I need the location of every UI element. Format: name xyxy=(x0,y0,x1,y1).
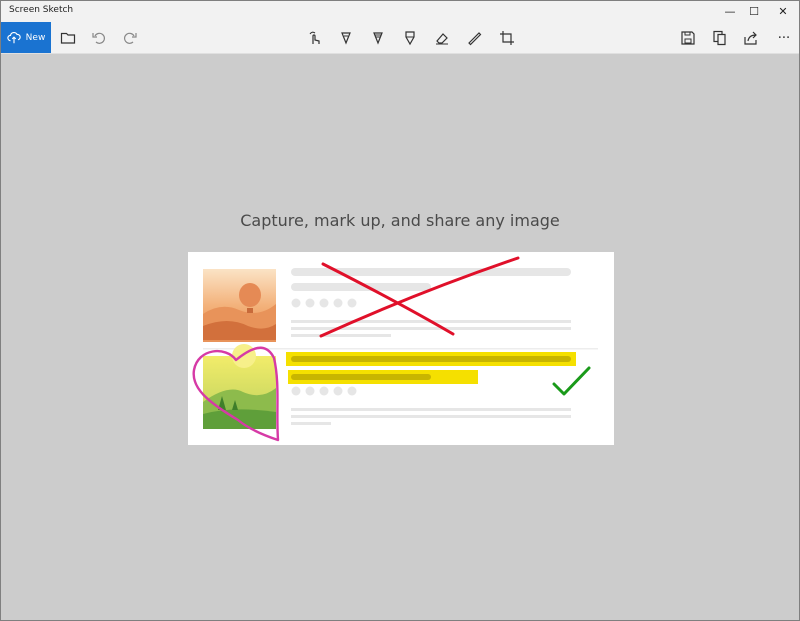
yellow-highlight-annotation xyxy=(286,352,576,384)
undo-icon xyxy=(92,32,105,44)
more-options-button[interactable]: ··· xyxy=(772,26,796,50)
title-bar[interactable]: Screen Sketch — ☐ ✕ xyxy=(1,1,799,22)
welcome-illustration xyxy=(188,252,614,445)
toolbar: New ··· xyxy=(1,22,799,54)
more-icon: ··· xyxy=(777,30,791,46)
eraser-icon xyxy=(436,33,448,45)
ruler-icon xyxy=(468,32,482,46)
pencil-icon xyxy=(373,32,383,45)
touch-writing-icon xyxy=(309,31,320,44)
save-icon xyxy=(681,31,695,45)
crop-button[interactable] xyxy=(495,26,519,50)
maximize-icon: ☐ xyxy=(749,5,759,18)
new-snip-button[interactable]: New xyxy=(1,22,51,53)
pencil-button[interactable] xyxy=(366,26,390,50)
highlighter-button[interactable] xyxy=(398,26,422,50)
share-icon xyxy=(744,31,757,45)
app-title: Screen Sketch xyxy=(9,5,74,15)
ballpoint-pen-button[interactable] xyxy=(334,26,358,50)
new-label: New xyxy=(25,32,46,43)
crop-icon xyxy=(500,31,514,45)
close-icon: ✕ xyxy=(778,5,788,18)
undo-button[interactable] xyxy=(87,26,111,50)
touch-writing-button[interactable] xyxy=(303,26,327,50)
eraser-button[interactable] xyxy=(430,26,454,50)
canvas-area: Capture, mark up, and share any image xyxy=(1,54,799,620)
redo-icon xyxy=(124,32,137,44)
highlighter-icon xyxy=(405,31,415,46)
copy-icon xyxy=(713,30,726,46)
save-button[interactable] xyxy=(676,26,700,50)
welcome-tagline: Capture, mark up, and share any image xyxy=(240,211,560,230)
illustration-graphic xyxy=(192,256,598,442)
green-check-annotation xyxy=(552,366,591,396)
open-file-button[interactable] xyxy=(56,26,80,50)
new-snip-icon xyxy=(7,31,21,43)
screen-sketch-window: Screen Sketch — ☐ ✕ New ··· Capture, mar… xyxy=(0,0,800,621)
ballpoint-pen-icon xyxy=(341,32,351,45)
folder-icon xyxy=(60,32,76,44)
ruler-button[interactable] xyxy=(462,26,486,50)
copy-button[interactable] xyxy=(708,26,732,50)
balloon-thumbnail xyxy=(203,269,276,342)
close-button[interactable]: ✕ xyxy=(760,1,800,22)
redo-button[interactable] xyxy=(118,26,142,50)
share-button[interactable] xyxy=(739,26,763,50)
